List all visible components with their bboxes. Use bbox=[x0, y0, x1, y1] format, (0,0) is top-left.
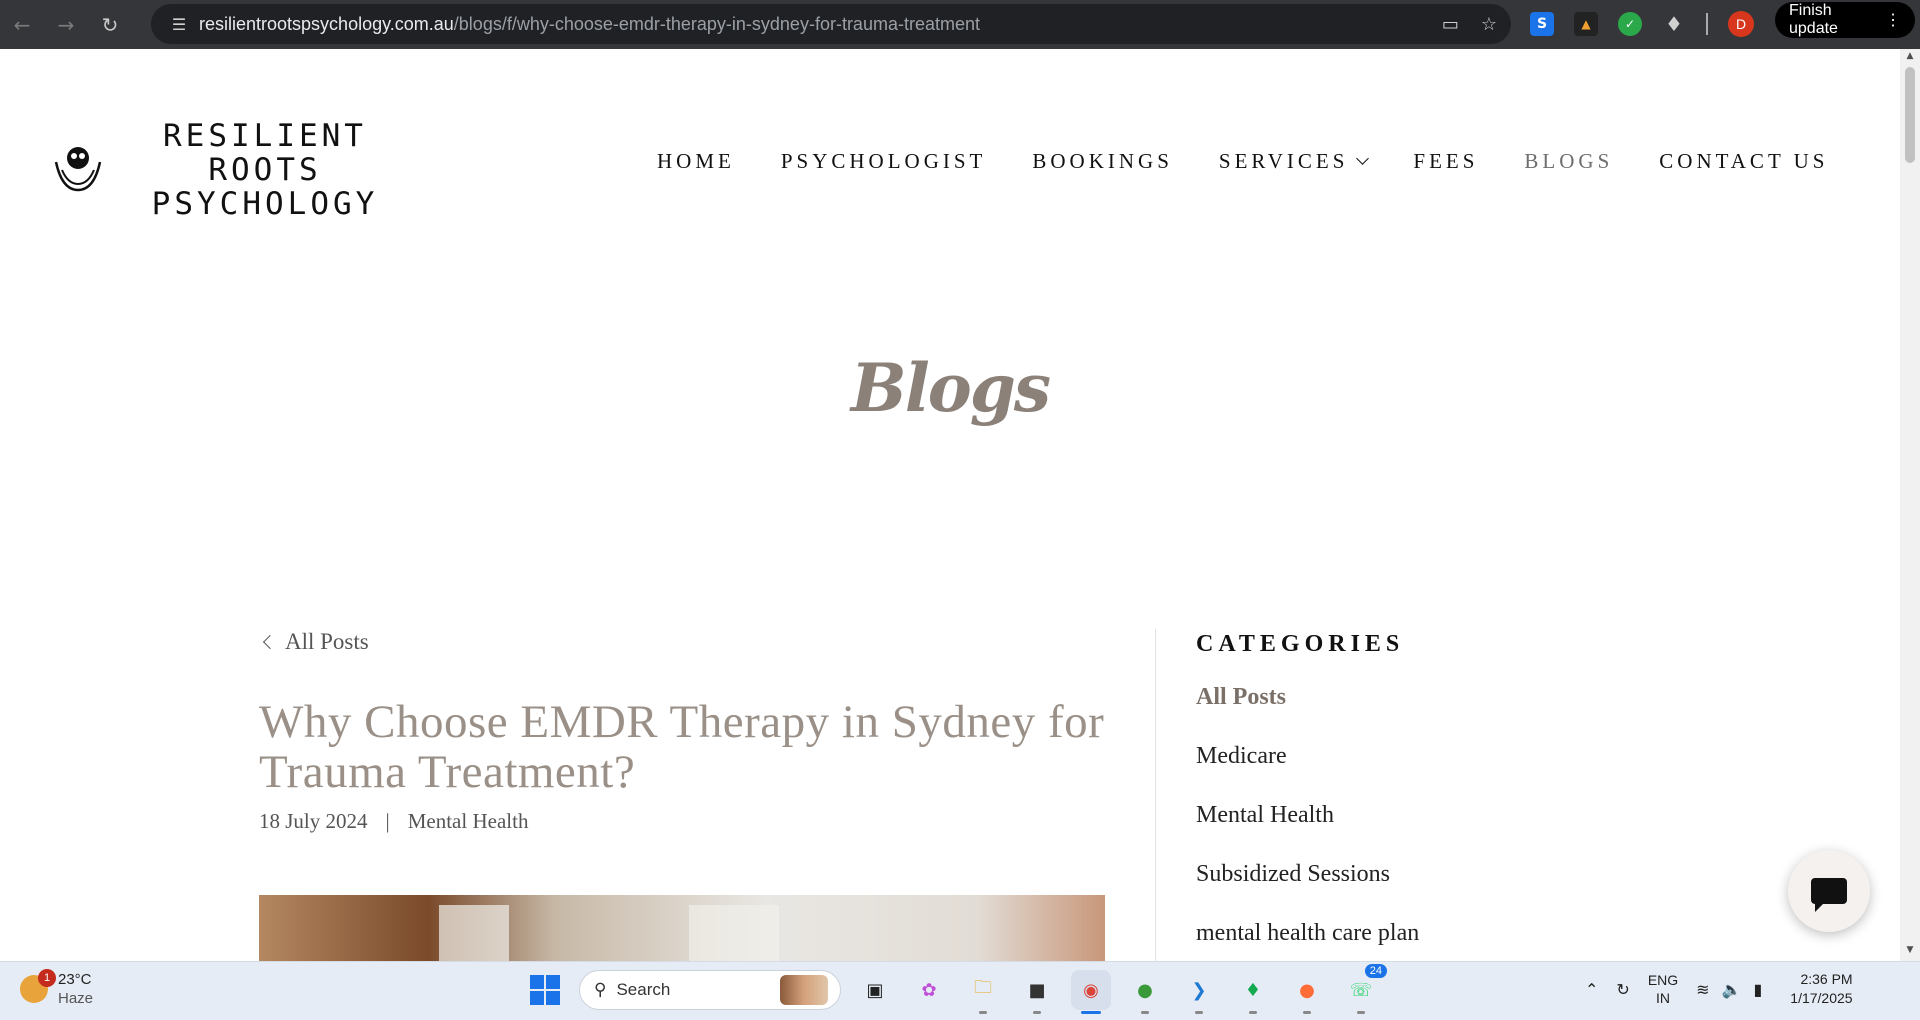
volume-icon[interactable]: 🔈 bbox=[1722, 980, 1742, 999]
reload-icon[interactable]: ↻ bbox=[88, 5, 132, 45]
back-arrow-icon[interactable]: ← bbox=[0, 5, 44, 45]
nav-psychologist[interactable]: PSYCHOLOGIST bbox=[781, 149, 987, 174]
page-scrollbar[interactable]: ▲ ▼ bbox=[1900, 49, 1920, 961]
chat-bubble-icon bbox=[1811, 878, 1847, 912]
extensions-puzzle-icon[interactable]: ♦ bbox=[1662, 12, 1686, 36]
finish-update-label: Finish update bbox=[1789, 2, 1838, 37]
sync-icon[interactable]: ↻ bbox=[1616, 980, 1629, 999]
logo-hands-icon bbox=[52, 140, 104, 200]
weather-widget[interactable]: 1 23°C Haze bbox=[20, 969, 94, 1008]
categories-heading: CATEGORIES bbox=[1196, 631, 1405, 657]
whatsapp-badge: 24 bbox=[1364, 964, 1387, 978]
postman-icon[interactable]: ● bbox=[1287, 970, 1327, 1014]
scroll-down-icon[interactable]: ▼ bbox=[1904, 945, 1916, 957]
category-list: All Posts Medicare Mental Health Subsidi… bbox=[1196, 684, 1676, 961]
search-icon: ⚲ bbox=[594, 980, 607, 1000]
chat-button[interactable] bbox=[1788, 850, 1870, 932]
column-divider bbox=[1155, 629, 1156, 961]
nav-fees[interactable]: FEES bbox=[1413, 149, 1478, 174]
post-title: Why Choose EMDR Therapy in Sydney for Tr… bbox=[259, 696, 1105, 798]
nav-blogs[interactable]: BLOGS bbox=[1524, 149, 1613, 174]
main-navigation: HOME PSYCHOLOGIST BOOKINGS SERVICES FEES… bbox=[657, 149, 1828, 174]
vscode-icon[interactable]: ❯ bbox=[1179, 970, 1219, 1014]
battery-icon[interactable]: ▮ bbox=[1753, 980, 1762, 999]
category-item[interactable]: Medicare bbox=[1196, 743, 1676, 802]
all-posts-back-link[interactable]: All Posts bbox=[259, 629, 1105, 655]
whatsapp-icon[interactable]: ☏ 24 bbox=[1341, 964, 1387, 1014]
category-item[interactable]: mental health care plan bbox=[1196, 920, 1676, 961]
scroll-up-icon[interactable]: ▲ bbox=[1904, 51, 1916, 63]
scrollbar-thumb[interactable] bbox=[1905, 67, 1915, 163]
post-content: All Posts Why Choose EMDR Therapy in Syd… bbox=[259, 629, 1105, 961]
copilot-icon[interactable]: ✿ bbox=[909, 970, 949, 1010]
frog-app-icon[interactable]: ● bbox=[1125, 970, 1165, 1014]
profile-avatar[interactable]: D bbox=[1728, 11, 1754, 37]
url-domain: resilientrootspsychology.com.au bbox=[199, 13, 454, 34]
search-highlight-image bbox=[780, 975, 828, 1005]
url-text[interactable]: resilientrootspsychology.com.au/blogs/f/… bbox=[199, 14, 980, 35]
clock-time: 2:36 PM bbox=[1800, 971, 1853, 987]
logo-text-line2: PSYCHOLOGY bbox=[151, 186, 379, 222]
install-app-icon[interactable]: ▭ bbox=[1442, 14, 1459, 35]
nav-services[interactable]: SERVICES bbox=[1218, 149, 1370, 174]
windows-start-icon[interactable] bbox=[525, 970, 565, 1010]
forward-arrow-icon[interactable]: → bbox=[44, 5, 88, 45]
site-info-icon[interactable]: ☰ bbox=[159, 15, 199, 34]
page-title: Blogs bbox=[850, 349, 1051, 427]
show-hidden-icons-chevron-icon[interactable]: ⌃ bbox=[1585, 980, 1598, 999]
taskbar-search-box[interactable]: ⚲ Search bbox=[579, 970, 841, 1010]
kebab-menu-icon: ⋮ bbox=[1885, 12, 1901, 29]
back-link-label: All Posts bbox=[285, 629, 369, 654]
language-line1: ENG bbox=[1647, 972, 1679, 988]
system-clock[interactable]: 2:36 PM 1/17/2025 bbox=[1790, 970, 1852, 1008]
chevron-down-icon bbox=[1356, 152, 1370, 165]
extension-s-icon[interactable]: S bbox=[1530, 12, 1554, 36]
sticky-notes-icon[interactable]: ■ bbox=[1017, 970, 1057, 1014]
weather-description: Haze bbox=[58, 990, 94, 1007]
address-bar[interactable]: ☰ resilientrootspsychology.com.au/blogs/… bbox=[151, 4, 1511, 44]
post-cover-image bbox=[259, 895, 1105, 961]
web-page: RESILIENT ROOTS PSYCHOLOGY HOME PSYCHOLO… bbox=[0, 49, 1900, 961]
weather-badge: 1 bbox=[38, 969, 56, 987]
category-item[interactable]: Mental Health bbox=[1196, 802, 1676, 861]
mongodb-compass-icon[interactable]: ♦ bbox=[1233, 970, 1273, 1014]
post-category-link[interactable]: Mental Health bbox=[408, 809, 529, 834]
nav-bookings[interactable]: BOOKINGS bbox=[1032, 149, 1173, 174]
meta-separator: | bbox=[385, 809, 390, 833]
extension-check-icon[interactable]: ✓ bbox=[1618, 12, 1642, 36]
categories-sidebar: CATEGORIES All Posts Medicare Mental Hea… bbox=[1196, 629, 1676, 961]
task-view-icon[interactable]: ▣ bbox=[855, 970, 895, 1010]
category-item[interactable]: All Posts bbox=[1196, 684, 1676, 743]
language-indicator[interactable]: ENG IN bbox=[1648, 971, 1678, 1007]
chrome-icon[interactable]: ◉ bbox=[1071, 970, 1111, 1014]
weather-temperature: 23°C bbox=[58, 971, 92, 988]
toolbar-divider bbox=[1706, 13, 1708, 35]
file-explorer-icon[interactable]: 🗀 bbox=[963, 970, 1003, 1014]
nav-contact-us[interactable]: CONTACT US bbox=[1659, 149, 1828, 174]
finish-update-button[interactable]: Finish update ⋮ bbox=[1775, 2, 1915, 38]
nav-home[interactable]: HOME bbox=[657, 149, 735, 174]
bookmark-star-icon[interactable]: ☆ bbox=[1481, 14, 1497, 35]
logo-text-line1: RESILIENT ROOTS bbox=[163, 118, 367, 188]
post-meta: 18 July 2024 | Mental Health bbox=[259, 809, 1105, 834]
language-line2: IN bbox=[1655, 990, 1670, 1006]
category-item[interactable]: Subsidized Sessions bbox=[1196, 861, 1676, 920]
post-date: 18 July 2024 bbox=[259, 809, 368, 833]
nav-services-label: SERVICES bbox=[1218, 149, 1349, 173]
chevron-left-icon bbox=[262, 634, 278, 650]
clock-date: 1/17/2025 bbox=[1790, 990, 1853, 1006]
extension-dark-icon[interactable]: ▲ bbox=[1574, 12, 1598, 36]
site-logo[interactable]: RESILIENT ROOTS PSYCHOLOGY bbox=[52, 119, 422, 221]
search-placeholder: Search bbox=[616, 980, 671, 999]
wifi-icon[interactable]: ≋ bbox=[1696, 980, 1709, 999]
url-path: /blogs/f/why-choose-emdr-therapy-in-sydn… bbox=[453, 13, 980, 34]
weather-haze-icon: 1 bbox=[20, 969, 56, 1003]
windows-taskbar: 1 23°C Haze ⚲ Search ▣ ✿ 🗀 ■ ◉ ● ❯ ♦ ● ☏… bbox=[0, 961, 1920, 1020]
browser-toolbar: ← → ↻ ☰ resilientrootspsychology.com.au/… bbox=[0, 0, 1920, 49]
